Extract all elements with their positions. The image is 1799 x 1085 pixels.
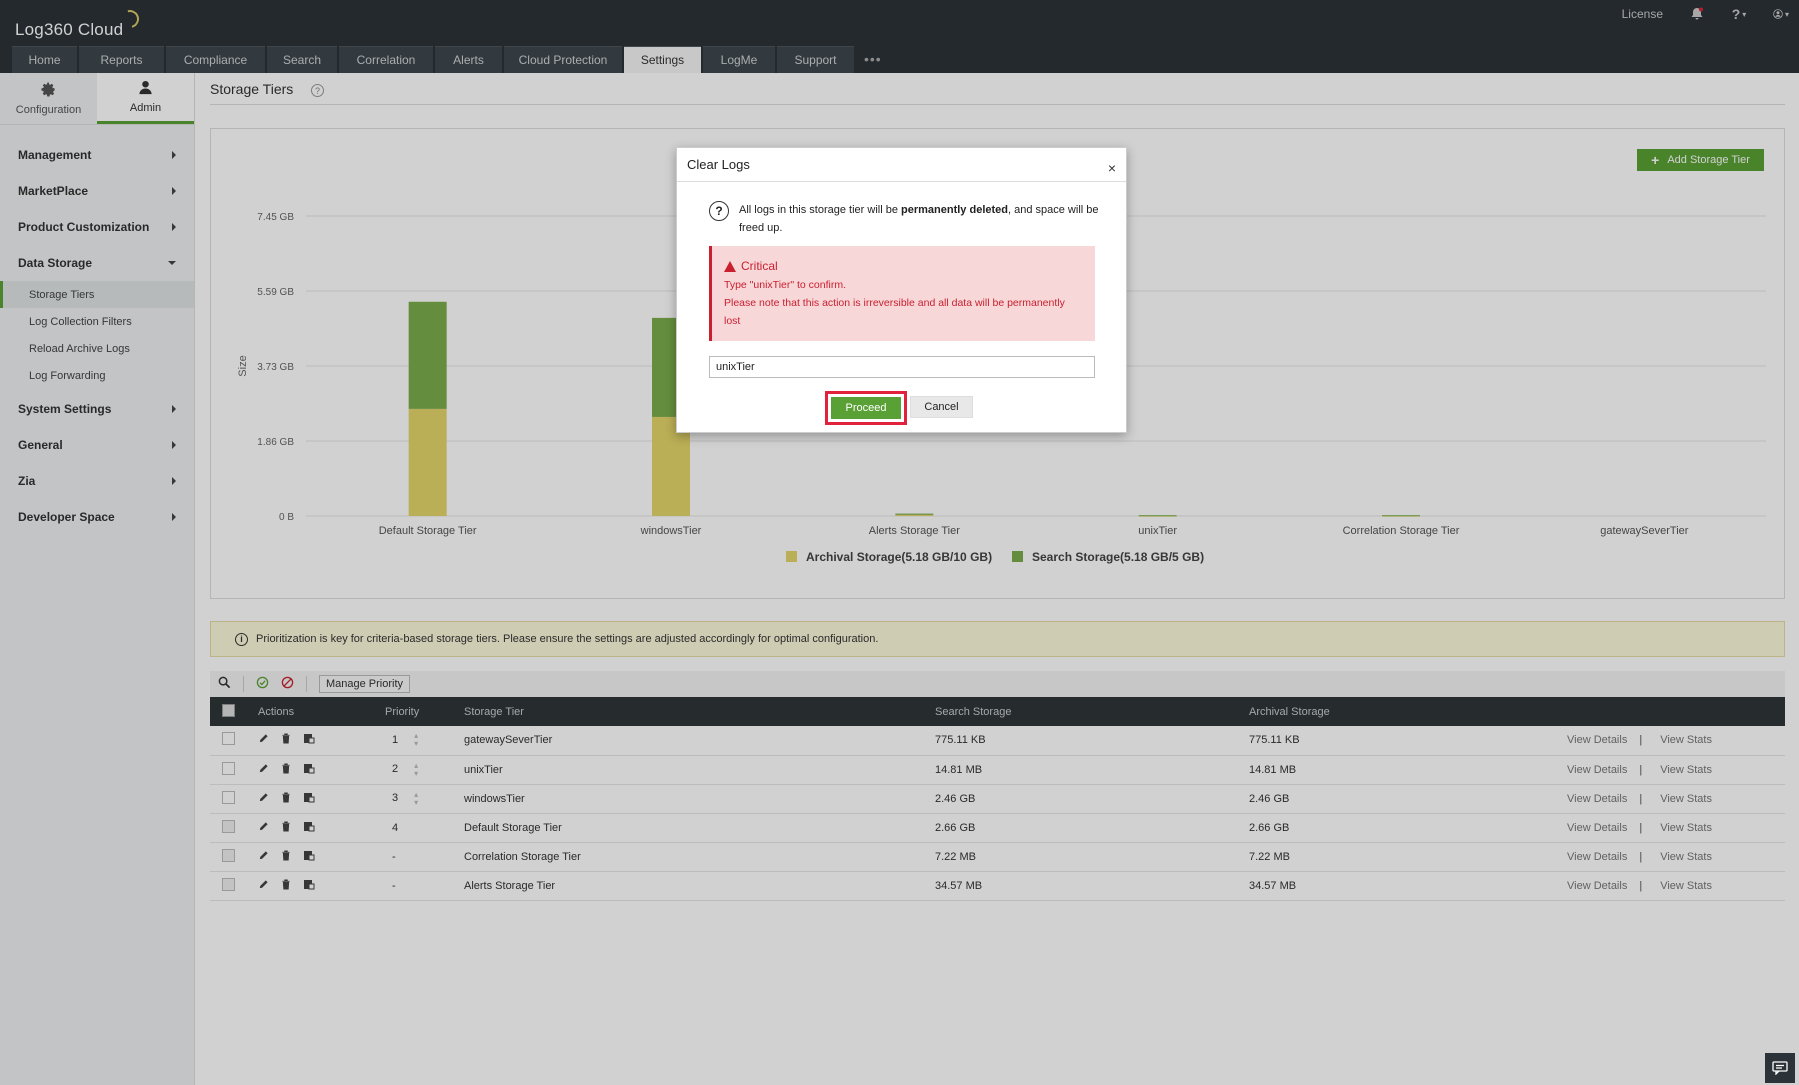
- clear-logs-dialog: Clear Logs × ? All logs in this storage …: [676, 147, 1127, 433]
- critical-title: Critical: [724, 257, 1083, 275]
- close-icon[interactable]: ×: [1108, 160, 1116, 176]
- proceed-button[interactable]: Proceed: [831, 397, 901, 419]
- warning-icon: [724, 260, 736, 272]
- critical-title-text: Critical: [741, 259, 778, 273]
- msg-bold: permanently deleted: [901, 204, 1008, 216]
- critical-alert: Critical Type "unixTier" to confirm. Ple…: [709, 246, 1095, 341]
- proceed-highlight: Proceed: [825, 391, 907, 425]
- dialog-message-text: All logs in this storage tier will be pe…: [739, 201, 1099, 237]
- dialog-header: Clear Logs ×: [677, 148, 1126, 182]
- dialog-title: Clear Logs: [687, 157, 750, 172]
- msg-pre: All logs in this storage tier will be: [739, 204, 902, 216]
- chat-icon[interactable]: [1765, 1053, 1795, 1083]
- dialog-message: ? All logs in this storage tier will be …: [709, 201, 1099, 237]
- critical-line-1: Type "unixTier" to confirm.: [724, 279, 847, 291]
- critical-line-2: Please note that this action is irrevers…: [724, 297, 1065, 327]
- cancel-button[interactable]: Cancel: [910, 396, 973, 418]
- confirm-tier-input[interactable]: [709, 356, 1095, 378]
- question-icon: ?: [709, 201, 729, 221]
